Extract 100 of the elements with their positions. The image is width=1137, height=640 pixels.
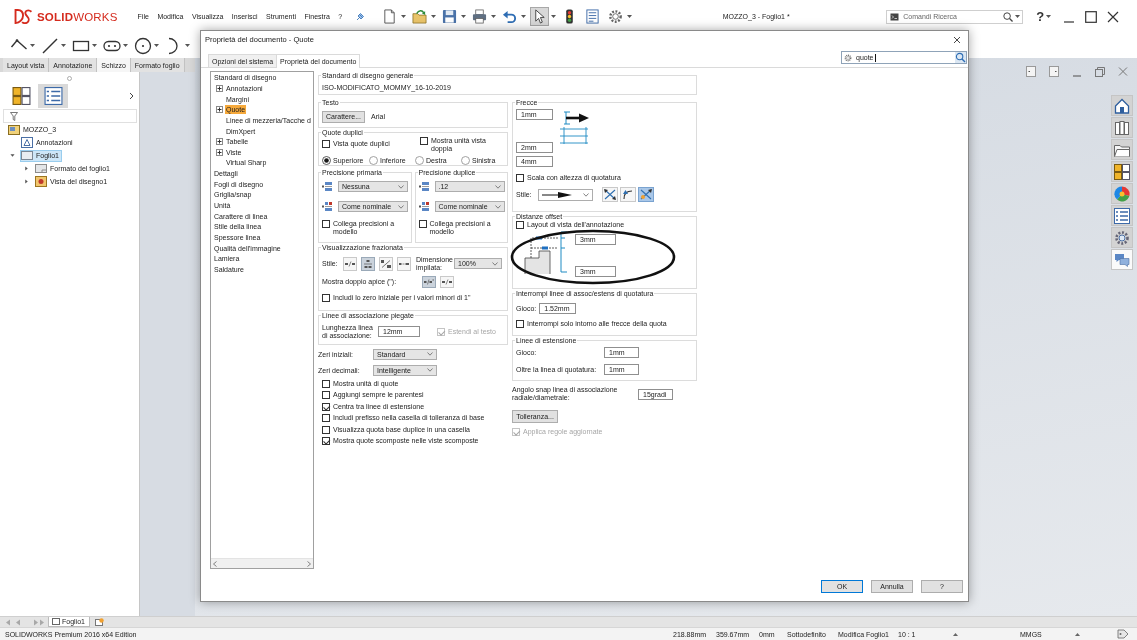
caret-icon[interactable]: [1015, 15, 1021, 18]
caret-up-icon[interactable]: [1075, 632, 1080, 636]
circle-icon[interactable]: [134, 36, 152, 55]
list-icon: [1114, 207, 1130, 224]
splitter-handle-icon[interactable]: [67, 75, 72, 81]
caret-icon[interactable]: [401, 15, 407, 18]
arrow-placement-button[interactable]: [620, 187, 636, 202]
filter-field[interactable]: [3, 109, 137, 123]
help-menu[interactable]: ?: [1036, 9, 1045, 24]
caret-icon[interactable]: [1046, 15, 1052, 18]
radio-button[interactable]: [461, 155, 470, 165]
checkbox[interactable]: [322, 379, 330, 388]
line-icon[interactable]: [41, 36, 59, 55]
drawing-icon: [8, 124, 20, 135]
caret-icon[interactable]: [491, 15, 497, 18]
double-prime-button[interactable]: [440, 275, 454, 288]
sheet-icon: [21, 150, 33, 161]
task-pane-tab[interactable]: [1111, 161, 1133, 182]
precision-icon: [322, 182, 332, 191]
open-folder-icon: [412, 9, 428, 24]
printer-icon: [472, 9, 488, 24]
task-pane-tab[interactable]: [1111, 95, 1133, 116]
dimension-arrows-icon: [640, 189, 652, 200]
caret-up-icon[interactable]: [953, 632, 958, 636]
radio-button[interactable]: [415, 155, 424, 165]
checkbox[interactable]: [322, 437, 330, 446]
checkbox[interactable]: [322, 140, 330, 148]
checkbox[interactable]: [516, 220, 524, 229]
checkbox[interactable]: [516, 174, 524, 182]
radio-button[interactable]: [322, 155, 331, 165]
expand-icon[interactable]: [216, 106, 223, 114]
toolbar-button[interactable]: [530, 7, 550, 26]
task-pane-tab[interactable]: [1111, 117, 1133, 138]
expand-icon[interactable]: [216, 84, 223, 92]
dimension-arrows-icon: [604, 189, 616, 200]
expand-arrow-icon[interactable]: [24, 166, 29, 171]
search-icon[interactable]: [1003, 11, 1014, 22]
task-pane-tab[interactable]: [1111, 205, 1133, 226]
fraction-style-button[interactable]: [379, 256, 393, 271]
caret-icon[interactable]: [627, 15, 633, 18]
caret-icon[interactable]: [431, 15, 437, 18]
close-icon[interactable]: [1107, 10, 1120, 23]
diagonal-fraction-icon: [381, 259, 391, 268]
add-sheet-icon[interactable]: [94, 618, 104, 626]
scroll-left-icon[interactable]: [213, 560, 217, 567]
horizontal-scrollbar[interactable]: [211, 558, 313, 568]
caret-icon[interactable]: [185, 44, 190, 47]
checkbox[interactable]: [322, 391, 330, 400]
dropdown[interactable]: [538, 188, 593, 201]
checkbox[interactable]: [420, 137, 428, 145]
checkbox[interactable]: [322, 414, 330, 423]
caret-icon[interactable]: [461, 15, 467, 18]
fraction-style-button[interactable]: [397, 256, 411, 271]
checkbox[interactable]: [322, 293, 330, 302]
fraction-style-button[interactable]: [361, 256, 375, 271]
search-icon[interactable]: [955, 52, 966, 63]
caret-icon[interactable]: [521, 15, 527, 18]
squares-icon: [11, 87, 31, 105]
caret-icon: [398, 184, 404, 189]
double-prime-button[interactable]: [422, 275, 436, 288]
command-icon: [890, 12, 900, 21]
dock-right-icon[interactable]: [1049, 66, 1059, 77]
restore-icon[interactable]: [1095, 66, 1105, 77]
arrow-placement-button[interactable]: [602, 187, 618, 202]
caret-icon[interactable]: [123, 44, 128, 47]
task-pane-tab[interactable]: [1111, 249, 1133, 270]
checkbox[interactable]: [322, 220, 330, 228]
collapse-arrow-icon[interactable]: [10, 153, 15, 158]
caret-icon[interactable]: [30, 44, 35, 47]
expand-icon[interactable]: [216, 148, 223, 156]
checkbox[interactable]: [418, 220, 427, 228]
tag-icon[interactable]: [1117, 629, 1129, 639]
radio-button[interactable]: [369, 155, 378, 165]
curved-arrow-icon: [622, 189, 634, 200]
caret-icon: [583, 192, 589, 197]
panel-tab[interactable]: [38, 84, 68, 108]
sheet-icon: [52, 618, 60, 625]
fraction-style-button[interactable]: [343, 256, 357, 271]
view-icon: [35, 176, 47, 187]
caret-icon[interactable]: [551, 15, 557, 18]
caret-icon: [427, 368, 433, 372]
checkbox[interactable]: [322, 425, 330, 434]
chevron-right-icon[interactable]: [129, 92, 134, 100]
checkbox[interactable]: [516, 319, 524, 328]
task-pane-tab[interactable]: [1111, 139, 1133, 160]
task-pane-tab[interactable]: [1111, 227, 1133, 248]
pin-icon[interactable]: [356, 12, 365, 21]
scroll-right-icon[interactable]: [307, 560, 311, 567]
caret-icon[interactable]: [154, 44, 159, 47]
caret-icon[interactable]: [92, 44, 97, 47]
close-icon[interactable]: [953, 35, 961, 44]
expand-icon[interactable]: [216, 138, 223, 146]
dock-left-icon[interactable]: [1026, 66, 1036, 77]
stacked-fraction-icon: [363, 259, 373, 268]
checkbox[interactable]: [322, 402, 330, 411]
maximize-icon[interactable]: [1085, 10, 1098, 23]
expand-arrow-icon[interactable]: [24, 179, 29, 184]
fraction-icon: [424, 277, 434, 286]
caret-icon[interactable]: [61, 44, 66, 47]
filter-icon: [10, 111, 18, 121]
